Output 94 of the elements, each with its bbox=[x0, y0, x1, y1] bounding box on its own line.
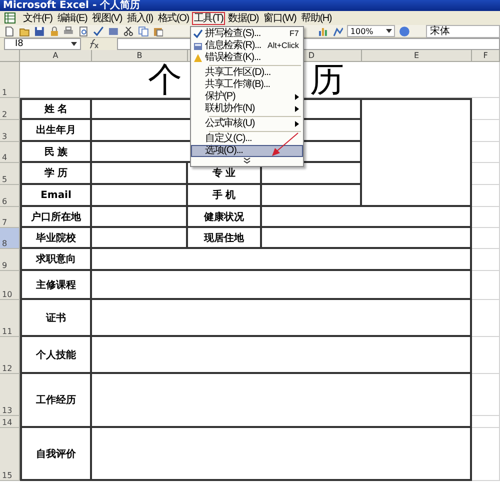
field-label: 手 机 bbox=[188, 185, 262, 207]
spell-check-icon[interactable] bbox=[93, 26, 104, 36]
chart-icon[interactable] bbox=[318, 26, 329, 36]
menu-option[interactable]: 共享工作簿(B)... bbox=[190, 78, 303, 90]
menu-item[interactable]: 格式(O) bbox=[156, 12, 191, 24]
help-icon[interactable] bbox=[398, 26, 410, 36]
field-label: 健康状况 bbox=[188, 207, 262, 228]
book-icon bbox=[192, 40, 203, 50]
row-header[interactable]: 6 bbox=[0, 185, 20, 207]
row-header[interactable]: 7 bbox=[0, 207, 20, 228]
lock-icon[interactable] bbox=[48, 26, 60, 36]
field-label: 毕业院校 bbox=[20, 228, 92, 249]
field-label: 户口所在地 bbox=[20, 207, 92, 228]
menu-item[interactable]: 编辑(E) bbox=[55, 12, 90, 24]
window-title: Microsoft Excel - 个人简历 bbox=[3, 0, 140, 11]
menu-item[interactable]: 视图(V) bbox=[90, 12, 124, 24]
row-header[interactable]: 10 bbox=[0, 271, 20, 300]
row-header[interactable]: 15 bbox=[0, 428, 20, 481]
title-text: 历 bbox=[310, 62, 344, 98]
menu-item[interactable]: 帮助(H) bbox=[299, 12, 334, 24]
table-cell bbox=[472, 120, 500, 142]
menu-item[interactable]: 插入(I) bbox=[124, 12, 155, 24]
field-label: 专 业 bbox=[188, 163, 262, 185]
table-cell bbox=[472, 207, 500, 228]
menu-item[interactable]: 文件(F) bbox=[21, 12, 54, 24]
menu-item[interactable]: 窗口(W) bbox=[262, 12, 298, 24]
save-icon[interactable] bbox=[34, 26, 45, 36]
row-header[interactable]: 8 bbox=[0, 228, 20, 249]
row-header[interactable]: 12 bbox=[0, 337, 20, 374]
row-header[interactable]: 5 bbox=[0, 163, 20, 185]
menu-item[interactable]: 工具(T) bbox=[192, 12, 226, 24]
field-label: 学 历 bbox=[20, 163, 92, 185]
field-label: 现居住地 bbox=[188, 228, 262, 249]
menu-option[interactable]: 联机协作(N) bbox=[190, 102, 303, 114]
field-label: 自我评价 bbox=[20, 428, 92, 481]
table-cell bbox=[472, 271, 500, 300]
table-cell bbox=[472, 249, 500, 271]
table-cell bbox=[472, 337, 500, 374]
printer-icon[interactable] bbox=[63, 26, 74, 36]
column-header[interactable]: E bbox=[362, 50, 472, 62]
menu-option[interactable]: 保护(P) bbox=[190, 90, 303, 102]
row-header[interactable]: 2 bbox=[0, 98, 20, 120]
field-label: 出生年月 bbox=[20, 120, 92, 142]
field-label: 民 族 bbox=[20, 142, 92, 163]
warning-icon bbox=[192, 52, 203, 62]
function-icon[interactable] bbox=[87, 39, 99, 49]
spreadsheet-icon[interactable] bbox=[4, 12, 16, 24]
field-label: 个人技能 bbox=[20, 337, 92, 374]
table-cell bbox=[472, 185, 500, 207]
table-cell bbox=[472, 163, 500, 185]
table-cell bbox=[472, 416, 500, 428]
book-icon[interactable] bbox=[108, 26, 119, 36]
menu-option[interactable]: 拼写检查(S)... F7 bbox=[190, 28, 303, 40]
drawing-icon[interactable] bbox=[332, 26, 344, 36]
column-header[interactable]: A bbox=[20, 50, 92, 62]
field-label: 工作经历 bbox=[20, 374, 92, 428]
zoom-dropdown[interactable]: 100% bbox=[347, 25, 395, 37]
column-header[interactable]: F bbox=[472, 50, 500, 62]
menu-option[interactable]: 错误检查(K)... bbox=[190, 52, 303, 64]
row-header[interactable]: 3 bbox=[0, 120, 20, 142]
font-dropdown[interactable]: 宋体 bbox=[426, 24, 500, 38]
spell-check-icon bbox=[192, 28, 203, 38]
menu-option[interactable]: 共享工作区(D)... bbox=[190, 66, 303, 78]
table-cell bbox=[472, 142, 500, 163]
caret-icon bbox=[386, 29, 392, 33]
paste-icon[interactable] bbox=[152, 26, 164, 36]
table-cell bbox=[472, 228, 500, 249]
menu-option[interactable]: 公式审核(U) bbox=[190, 118, 303, 130]
table-cell bbox=[472, 428, 500, 481]
table-cell bbox=[472, 374, 500, 416]
field-label: 证书 bbox=[20, 300, 92, 337]
menu-item[interactable]: 数据(D) bbox=[226, 12, 261, 24]
preview-icon[interactable] bbox=[78, 26, 90, 36]
name-box[interactable]: I8 bbox=[4, 38, 81, 50]
table-cell bbox=[472, 98, 500, 120]
row-header[interactable]: 1 bbox=[0, 62, 20, 98]
row-header[interactable]: 4 bbox=[0, 142, 20, 163]
row-header[interactable]: 14 bbox=[0, 416, 20, 428]
row-header[interactable]: 9 bbox=[0, 249, 20, 271]
menu-option[interactable]: 自定义(C)... bbox=[190, 132, 303, 144]
expand-chevron-icon[interactable] bbox=[242, 157, 251, 164]
row-header[interactable]: 11 bbox=[0, 300, 20, 337]
copy-icon[interactable] bbox=[138, 26, 149, 36]
field-label: 主修课程 bbox=[20, 271, 92, 300]
column-header[interactable]: B bbox=[92, 50, 188, 62]
row-header[interactable]: 13 bbox=[0, 374, 20, 416]
field-label: Email bbox=[20, 185, 92, 207]
caret-icon bbox=[71, 42, 77, 46]
table-cell bbox=[472, 300, 500, 337]
menu-option[interactable]: 信息检索(R)... Alt+Click bbox=[190, 40, 303, 52]
field-label: 求职意向 bbox=[20, 249, 92, 271]
field-label: 姓 名 bbox=[20, 98, 92, 120]
scissors-icon[interactable] bbox=[122, 26, 134, 36]
title-text: 个 bbox=[148, 62, 182, 98]
